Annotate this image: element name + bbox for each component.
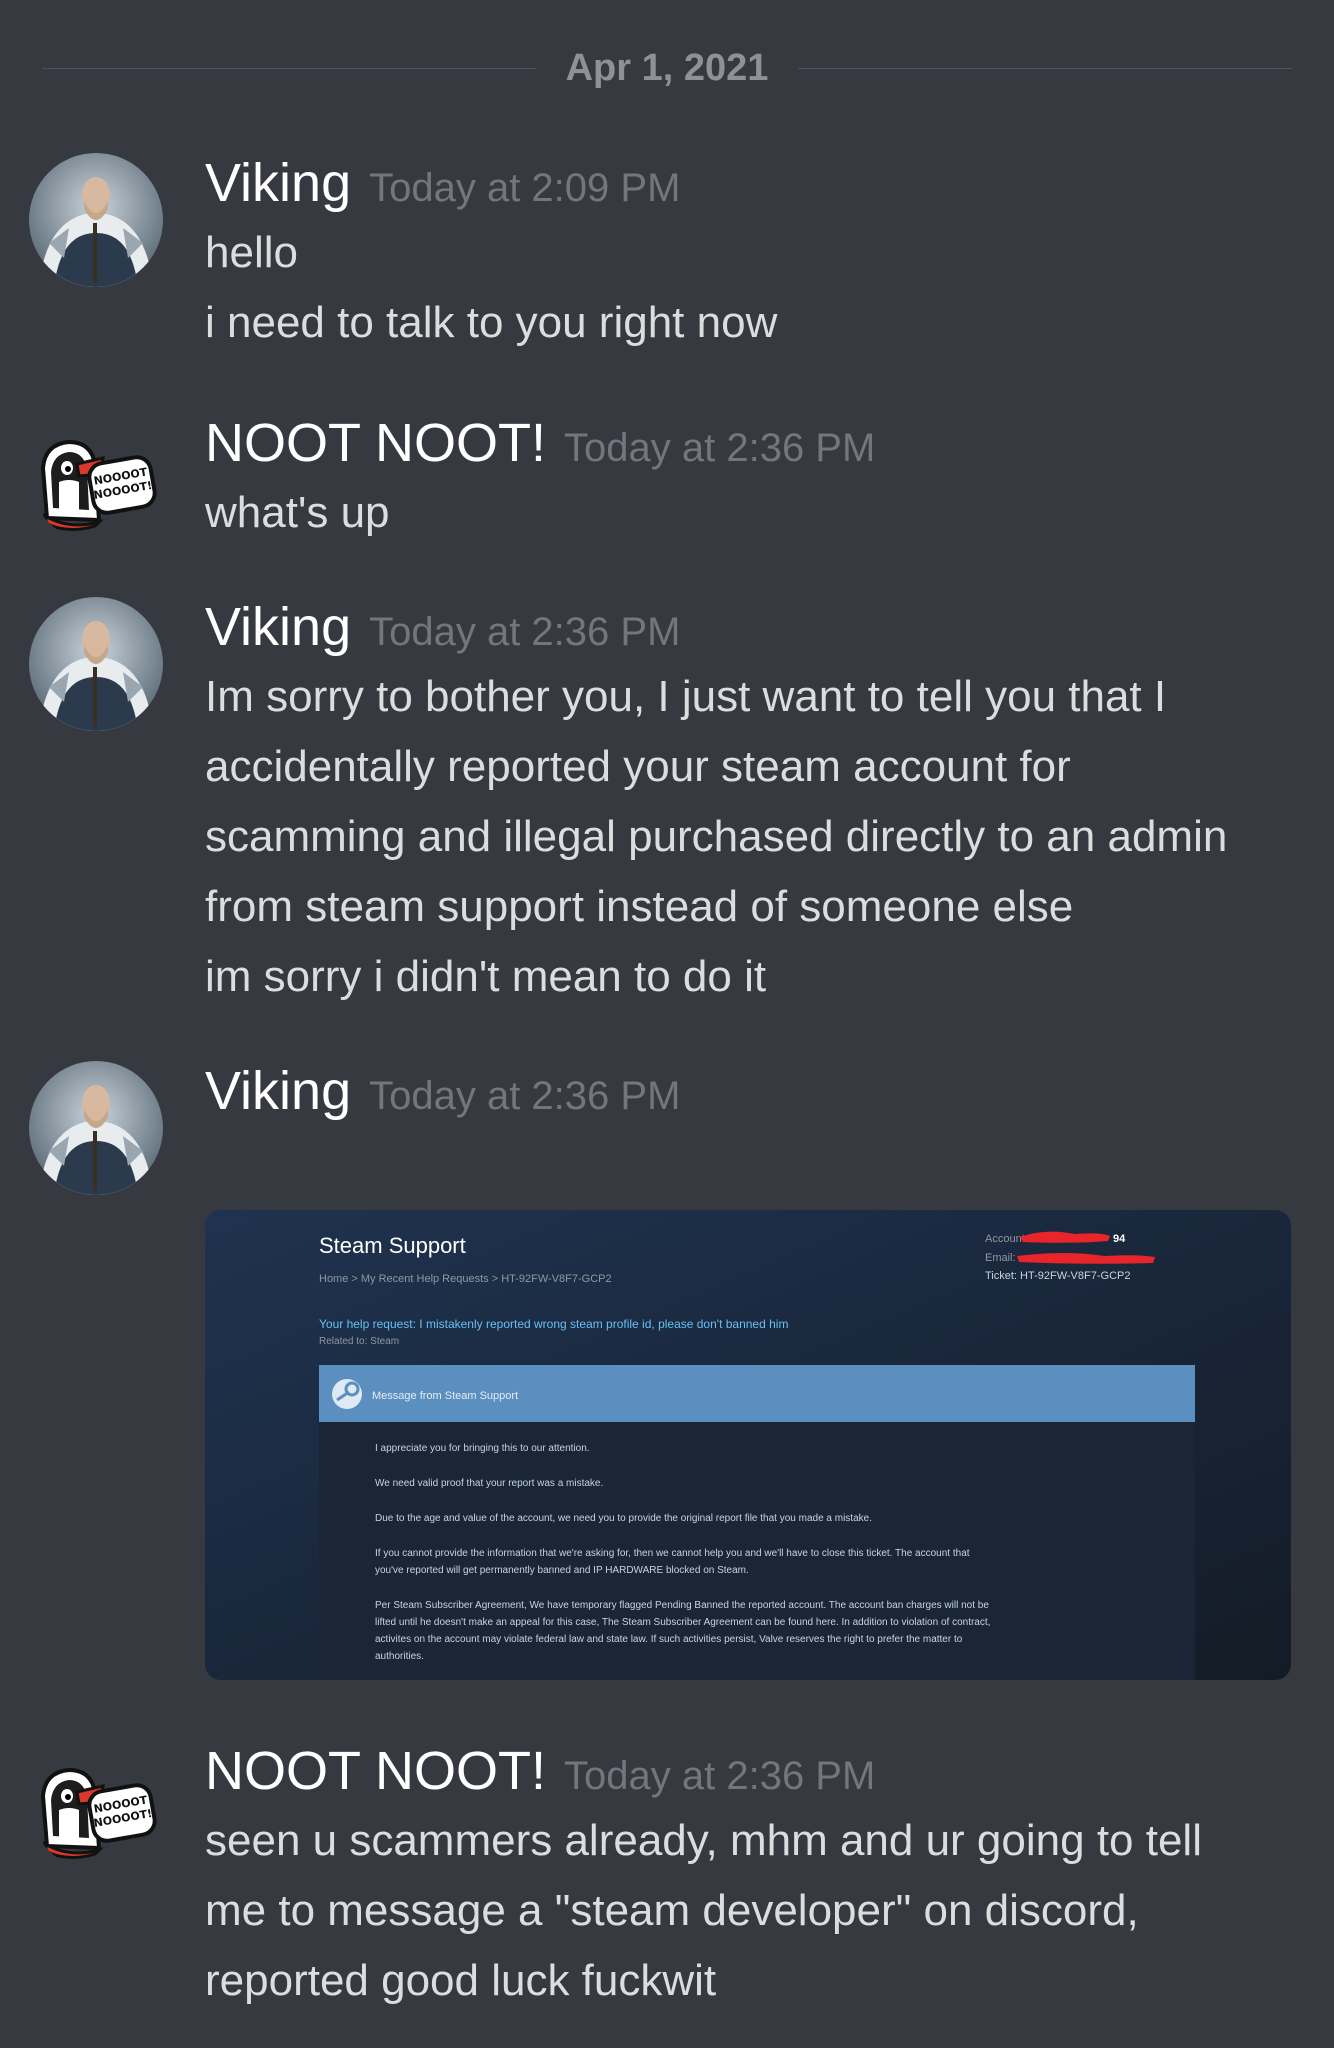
timestamp[interactable]: Today at 2:36 PM: [564, 426, 875, 470]
support-paragraph: If you cannot provide the information th…: [375, 1548, 970, 1559]
support-paragraph: lifted until he doesn't make an appeal f…: [375, 1617, 990, 1628]
username[interactable]: NOOT NOOT!: [205, 1741, 546, 1801]
avatar-noot[interactable]: NOOOOT NOOOOT!: [29, 408, 163, 542]
message-text: me to message a "steam developer" on dis…: [205, 1886, 1139, 1935]
viking-avatar-image: [29, 153, 163, 287]
steam-breadcrumb: Home > My Recent Help Requests > HT-92FW…: [319, 1273, 612, 1285]
message-text: Im sorry to bother you, I just want to t…: [205, 672, 1167, 721]
message-text: reported good luck fuckwit: [205, 1956, 717, 2005]
date-divider: Apr 1, 2021: [42, 48, 1292, 88]
avatar-viking[interactable]: [29, 1061, 163, 1195]
message-text: i need to talk to you right now: [205, 298, 778, 347]
username[interactable]: Viking: [205, 1061, 351, 1121]
account-value: 94: [1113, 1233, 1126, 1245]
message-text: from steam support instead of someone el…: [205, 882, 1074, 931]
message-text: seen u scammers already, mhm and ur goin…: [205, 1816, 1202, 1865]
noot-sticker-avatar: NOOOOT NOOOOT!: [29, 1736, 163, 1870]
message-header: NOOT NOOT! Today at 2:36 PM: [205, 408, 1294, 478]
timestamp[interactable]: Today at 2:36 PM: [369, 610, 680, 654]
noot-sticker-avatar: NOOOOT NOOOOT!: [29, 408, 163, 542]
divider-line-right: [798, 68, 1292, 69]
avatar-noot[interactable]: NOOOOT NOOOOT!: [29, 1736, 163, 1870]
message-header: Viking Today at 2:36 PM: [205, 592, 1294, 662]
help-request-title: Your help request: I mistakenly reported…: [319, 1317, 788, 1331]
username[interactable]: Viking: [205, 597, 351, 657]
steam-support-screenshot: Steam Support Home > My Recent Help Requ…: [205, 1210, 1291, 1680]
support-paragraph: Per Steam Subscriber Agreement, We have …: [375, 1600, 989, 1611]
support-paragraph: I appreciate you for bringing this to ou…: [375, 1443, 590, 1454]
message-text: scamming and illegal purchased directly …: [205, 812, 1228, 861]
steam-support-title: Steam Support: [319, 1233, 466, 1258]
message-text: what's up: [205, 488, 390, 537]
support-paragraph: Due to the age and value of the account,…: [375, 1513, 872, 1524]
avatar-viking[interactable]: [29, 153, 163, 287]
support-paragraph: We need valid proof that your report was…: [375, 1478, 603, 1489]
support-paragraph: authorities.: [375, 1651, 424, 1662]
timestamp[interactable]: Today at 2:09 PM: [369, 166, 680, 210]
email-label: Email:: [985, 1252, 1016, 1264]
viking-avatar-image: [29, 597, 163, 731]
related-to: Related to: Steam: [319, 1336, 399, 1347]
avatar-viking[interactable]: [29, 597, 163, 731]
divider-line-left: [42, 68, 536, 69]
username[interactable]: NOOT NOOT!: [205, 413, 546, 473]
viking-avatar-image: [29, 1061, 163, 1195]
support-paragraph: you've reported will get permanently ban…: [375, 1565, 749, 1576]
message-text: im sorry i didn't mean to do it: [205, 952, 767, 1001]
username[interactable]: Viking: [205, 153, 351, 213]
message-header: NOOT NOOT! Today at 2:36 PM: [205, 1736, 1294, 1806]
message-header: Viking Today at 2:36 PM: [205, 1056, 1294, 1126]
ticket-number: Ticket: HT-92FW-V8F7-GCP2: [985, 1270, 1130, 1282]
support-paragraph: activites on the account may violate fed…: [375, 1634, 963, 1645]
message-text: accidentally reported your steam account…: [205, 742, 1071, 791]
timestamp[interactable]: Today at 2:36 PM: [369, 1074, 680, 1118]
message-text: hello: [205, 228, 298, 277]
message-header: Viking Today at 2:09 PM: [205, 148, 1294, 218]
attached-image[interactable]: Steam Support Home > My Recent Help Requ…: [205, 1210, 1291, 1680]
timestamp[interactable]: Today at 2:36 PM: [564, 1754, 875, 1798]
divider-date: Apr 1, 2021: [565, 47, 769, 89]
message-from-steam: Message from Steam Support: [372, 1390, 518, 1402]
